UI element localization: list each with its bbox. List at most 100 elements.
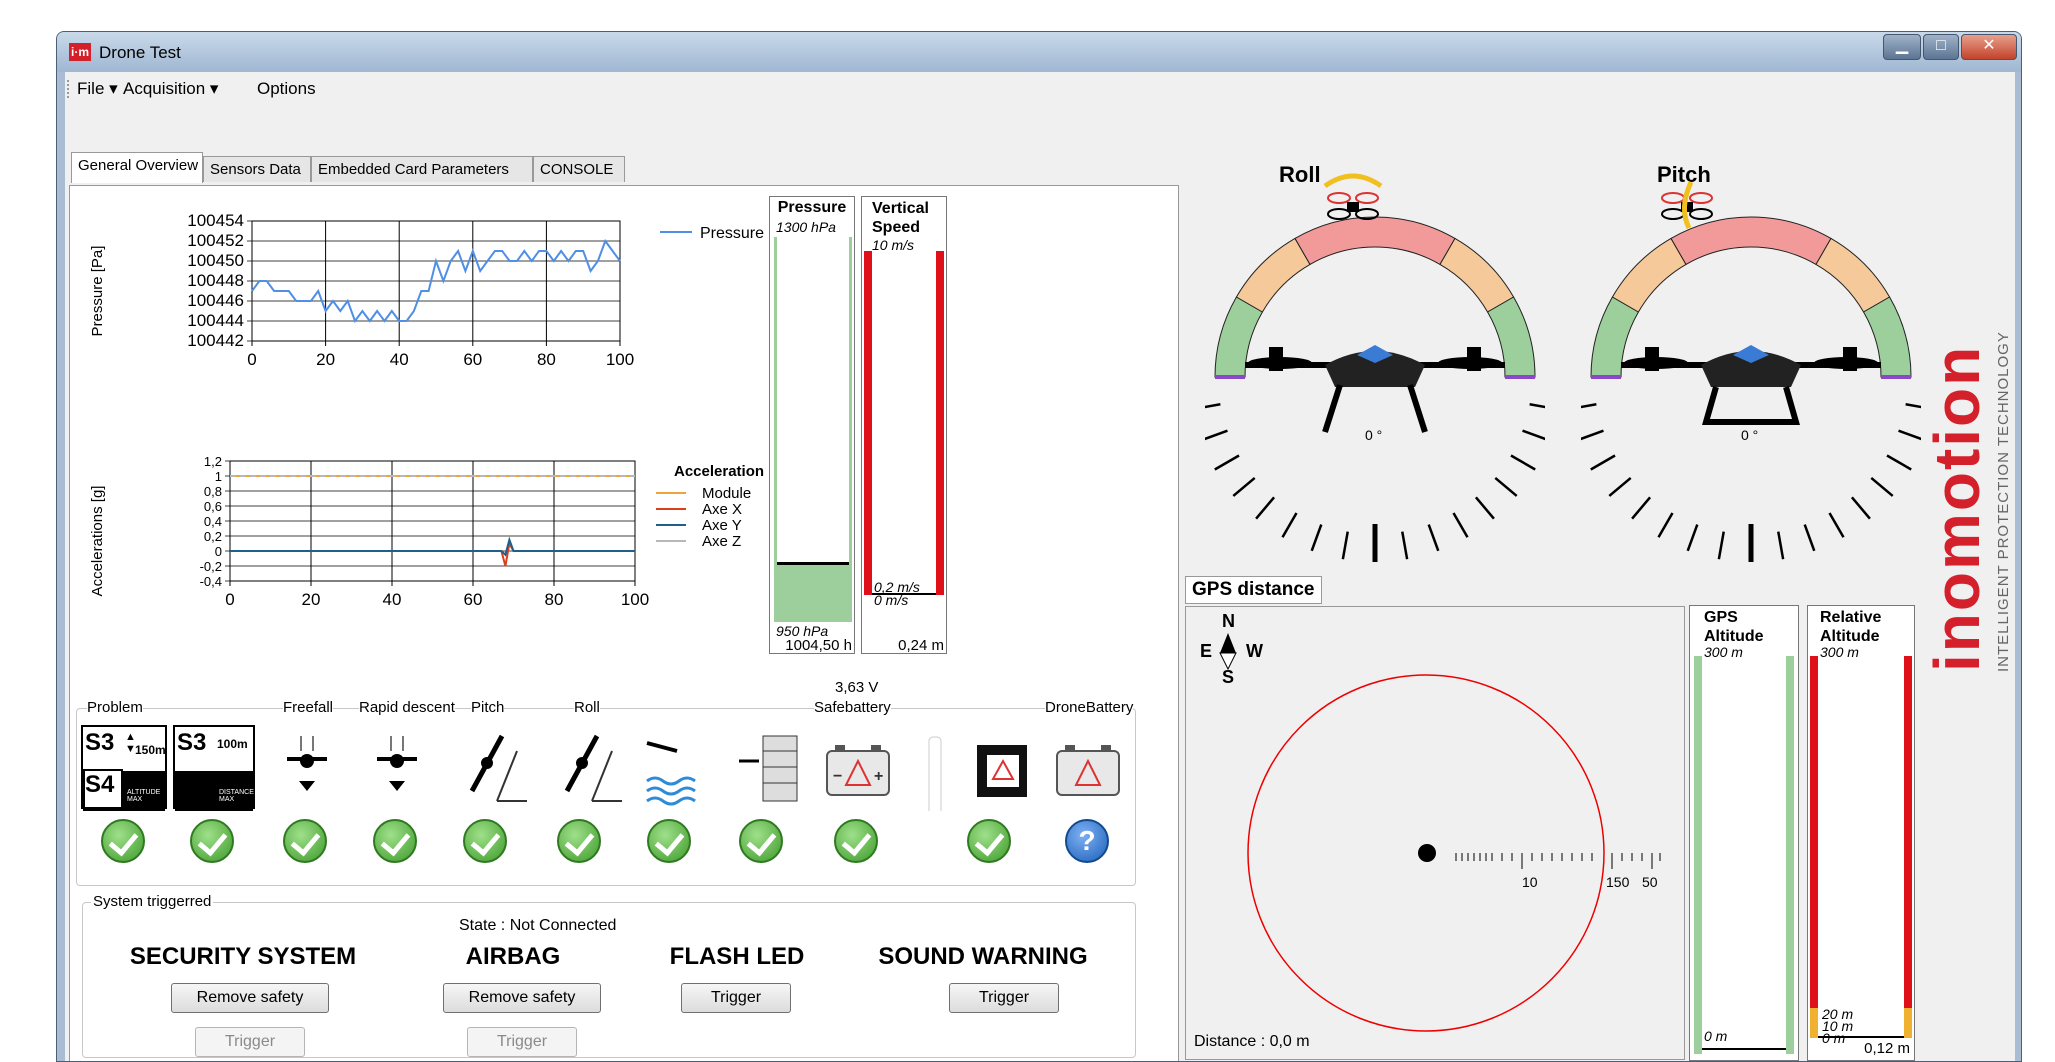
airbag-trigger-button[interactable]: Trigger — [467, 1027, 577, 1057]
menu-bar: File ▾ Acquisition ▾ Options — [65, 72, 2015, 106]
pitch-gauge — [1581, 180, 1921, 562]
pressure-chart: Pressure [Pa] 0 20 40 60 80 10010045410045210… — [89, 211, 764, 369]
gauge-tick — [1717, 531, 1725, 560]
title-bar: i·m Drone Test ▁ □ ✕ — [57, 32, 2021, 72]
svg-text:−: − — [833, 768, 842, 785]
gauge-tick — [1427, 524, 1440, 552]
tab-sensors-data[interactable]: Sensors Data — [203, 156, 311, 182]
airbag-remove-safety-button[interactable]: Remove safety — [443, 983, 601, 1013]
pitch-alarm-icon — [469, 734, 527, 802]
close-button[interactable]: ✕ — [1961, 34, 2017, 60]
safebattery-ok-icon — [834, 819, 878, 863]
tab-embedded-card-parameters[interactable]: Embedded Card Parameters — [311, 156, 533, 182]
x-tick-label: 60 — [463, 350, 482, 369]
water-ok-icon — [647, 819, 691, 863]
gauge-tick — [1886, 454, 1912, 471]
security-remove-safety-button[interactable]: Remove safety — [171, 983, 329, 1013]
freefall-ok-icon — [283, 819, 327, 863]
roll-title-drone-icon — [1323, 173, 1383, 220]
distance-max-caption: DISTANCE MAX — [219, 789, 254, 803]
pressure-bar-title: Pressure — [777, 199, 847, 216]
dronebattery-label: DroneBattery — [1045, 699, 1134, 716]
brand-tagline: INTELLIGENT PROTECTION TECHNOLOGY — [1995, 331, 2012, 672]
gauge-tick — [1686, 524, 1699, 552]
dronebattery-unknown-icon: ? — [1065, 819, 1109, 863]
accel-legend-title: Acceleration — [674, 463, 764, 480]
rapid-descent-icon — [377, 736, 417, 791]
gauge-arc-segment — [1670, 216, 1832, 266]
relative-altitude-min-label: 0 m — [1822, 1030, 1846, 1046]
gauge-tick — [1657, 512, 1674, 538]
menu-options[interactable]: Options — [257, 79, 316, 99]
flash-led-trigger-button[interactable]: Trigger — [681, 983, 791, 1013]
y-tick-label: 100450 — [187, 251, 244, 270]
airbag-title: AIRBAG — [465, 943, 561, 970]
x-tick-label: 80 — [537, 350, 556, 369]
y-tick-label: -0,4 — [200, 574, 222, 589]
gauge-tick — [1494, 476, 1518, 497]
roll-ok-icon — [557, 819, 601, 863]
x-tick-label: 0 — [225, 590, 234, 609]
roll-alarm-icon — [564, 734, 622, 802]
dronebattery-icon — [1056, 745, 1120, 796]
menu-file[interactable]: File ▾ — [77, 79, 118, 99]
roll-gauge — [1205, 173, 1545, 562]
gps-radar: N E W S 10 150 50 — [1200, 611, 1661, 1032]
security-system-title: SECURITY SYSTEM — [129, 943, 357, 970]
vertical-speed-zero-label: 0 m/s — [874, 592, 909, 608]
x-tick-label: 20 — [302, 590, 321, 609]
maximize-button[interactable]: □ — [1923, 34, 1959, 60]
gauge-tick — [1777, 531, 1785, 560]
gauge-tick — [1255, 496, 1276, 520]
compass-icon: N E W S — [1200, 611, 1263, 687]
accel-line-axe-y — [230, 536, 635, 557]
connection-state: State : Not Connected — [459, 917, 617, 934]
gauge-tick — [1850, 496, 1871, 520]
pressure-max-label: 1300 hPa — [776, 219, 836, 235]
y-tick-label: 100446 — [187, 291, 244, 310]
y-tick-label: 100454 — [187, 211, 244, 230]
y-tick-label: 0,6 — [204, 499, 222, 514]
embedded-card-icon — [977, 745, 1027, 797]
x-tick-label: 40 — [383, 590, 402, 609]
tab-general-overview[interactable]: General Overview — [71, 152, 203, 183]
security-trigger-button[interactable]: Trigger — [195, 1027, 305, 1057]
pitch-drone-icon — [1621, 345, 1881, 425]
pressure-ticks: 0 20 40 60 80 1001004541004521004501004481004… — [187, 211, 634, 369]
menu-grip[interactable] — [67, 80, 70, 98]
pressure-grid — [247, 220, 621, 346]
safebattery-label: Safebattery — [814, 699, 891, 716]
x-tick-label: 100 — [621, 590, 649, 609]
distance-max-value: 100m — [217, 737, 248, 751]
tab-console[interactable]: CONSOLE — [533, 156, 625, 182]
sound-warning-trigger-button[interactable]: Trigger — [949, 983, 1059, 1013]
minimize-button[interactable]: ▁ — [1883, 34, 1921, 60]
altitude-max-value: 150m — [135, 743, 166, 757]
x-tick-label: 100 — [606, 350, 634, 369]
y-tick-label: 0 — [215, 544, 222, 559]
gps-scale-150: 150 — [1606, 874, 1630, 890]
pressure-bar-panel: Pressure 1300 hPa 950 hPa 1004,50 h — [769, 196, 855, 654]
acceleration-chart: Accelerations [g] 0 20 40 60 80 100 1,210,80,6… — [89, 454, 764, 609]
brand-wordmark: inomotion — [1921, 344, 1993, 672]
accel-legend: ModuleAxe XAxe YAxe Z — [656, 485, 751, 550]
gps-scale-ticks — [1455, 853, 1661, 869]
distance-ok-icon — [190, 819, 234, 863]
s4-label: S4 — [83, 769, 123, 809]
app-window: i·m Drone Test ▁ □ ✕ File ▾ Acquisition … — [56, 31, 2022, 1062]
gps-distance-tab[interactable]: GPS distance — [1185, 576, 1322, 604]
pitch-value: 0 ° — [1741, 427, 1759, 443]
gps-altitude-track — [1694, 656, 1794, 1054]
y-tick-label: 100444 — [187, 311, 244, 330]
flash-led-title: FLASH LED — [669, 943, 805, 970]
distance-max-icon: S3 100m DISTANCE MAX — [173, 725, 255, 811]
accel-legend-label: Axe X — [702, 501, 742, 518]
pitch-ok-icon — [463, 819, 507, 863]
menu-acquisition[interactable]: Acquisition ▾ — [123, 79, 218, 99]
gauge-tick — [1205, 429, 1228, 441]
sound-warning-title: SOUND WARNING — [878, 943, 1088, 970]
gauge-tick — [1581, 403, 1597, 409]
wall-ok-icon — [739, 819, 783, 863]
gauge-tick — [1205, 403, 1221, 409]
gauge-tick — [1828, 512, 1845, 538]
